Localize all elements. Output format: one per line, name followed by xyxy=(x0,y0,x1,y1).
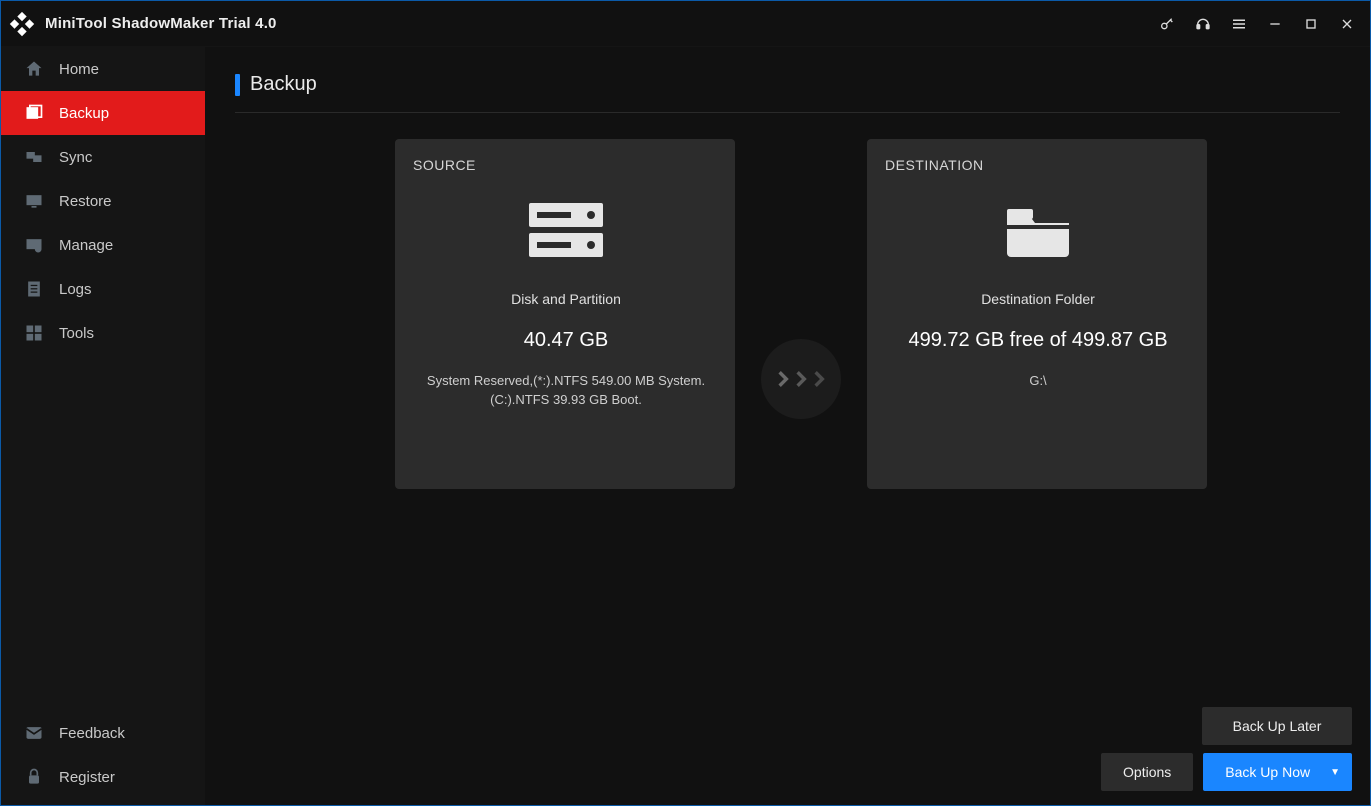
disk-icon xyxy=(525,199,607,263)
source-type: Disk and Partition xyxy=(511,291,621,307)
maximize-button[interactable] xyxy=(1296,9,1326,39)
sidebar-item-register[interactable]: Register xyxy=(1,755,205,799)
source-card[interactable]: SOURCE Disk and Partition xyxy=(395,139,735,489)
register-icon xyxy=(23,766,45,788)
sidebar-item-feedback[interactable]: Feedback xyxy=(1,711,205,755)
folder-icon xyxy=(997,199,1079,263)
button-label: Back Up Later xyxy=(1233,718,1322,734)
sidebar-item-label: Home xyxy=(59,61,99,78)
destination-type: Destination Folder xyxy=(981,291,1095,307)
page-title: Backup xyxy=(250,73,317,96)
app-logo-icon xyxy=(7,9,37,39)
sidebar-item-restore[interactable]: Restore xyxy=(1,179,205,223)
footer-actions: Back Up Later Options Back Up Now ▼ xyxy=(1101,707,1352,791)
transfer-arrow xyxy=(761,339,841,419)
restore-icon xyxy=(23,190,45,212)
sidebar-item-label: Restore xyxy=(59,193,112,210)
source-size: 40.47 GB xyxy=(524,329,609,352)
minimize-button[interactable] xyxy=(1260,9,1290,39)
page-header: Backup xyxy=(235,73,1340,113)
title-bar: MiniTool ShadowMaker Trial 4.0 xyxy=(1,1,1370,47)
back-up-later-button[interactable]: Back Up Later xyxy=(1202,707,1352,745)
content-area: Backup SOURCE xyxy=(205,47,1370,805)
sync-icon xyxy=(23,146,45,168)
sidebar-item-manage[interactable]: Manage xyxy=(1,223,205,267)
sidebar-item-label: Tools xyxy=(59,325,94,342)
sidebar-item-tools[interactable]: Tools xyxy=(1,311,205,355)
button-label: Back Up Now xyxy=(1225,764,1310,780)
sidebar-item-label: Feedback xyxy=(59,725,125,742)
backup-icon xyxy=(23,102,45,124)
destination-free: 499.72 GB free of 499.87 GB xyxy=(908,329,1167,352)
close-button[interactable] xyxy=(1332,9,1362,39)
destination-card[interactable]: DESTINATION Destination Folder 499.72 GB… xyxy=(867,139,1207,489)
source-details: System Reserved,(*:).NTFS 549.00 MB Syst… xyxy=(413,372,719,410)
chevron-right-icon xyxy=(776,370,826,388)
accent-bar xyxy=(235,74,240,96)
sidebar-item-home[interactable]: Home xyxy=(1,47,205,91)
feedback-icon xyxy=(23,722,45,744)
key-icon[interactable] xyxy=(1152,9,1182,39)
sidebar-item-label: Logs xyxy=(59,281,92,298)
destination-heading: DESTINATION xyxy=(885,157,984,173)
app-window: MiniTool ShadowMaker Trial 4.0 Home xyxy=(0,0,1371,806)
sidebar-item-label: Sync xyxy=(59,149,92,166)
back-up-now-button[interactable]: Back Up Now ▼ xyxy=(1203,753,1352,791)
app-title: MiniTool ShadowMaker Trial 4.0 xyxy=(45,15,277,32)
logs-icon xyxy=(23,278,45,300)
menu-icon[interactable] xyxy=(1224,9,1254,39)
sidebar-item-backup[interactable]: Backup xyxy=(1,91,205,135)
options-button[interactable]: Options xyxy=(1101,753,1193,791)
sidebar: Home Backup Sync Restore Manage Logs xyxy=(1,47,205,805)
home-icon xyxy=(23,58,45,80)
button-label: Options xyxy=(1123,764,1171,780)
manage-icon xyxy=(23,234,45,256)
sidebar-item-label: Backup xyxy=(59,105,109,122)
tools-icon xyxy=(23,322,45,344)
source-heading: SOURCE xyxy=(413,157,476,173)
sidebar-item-label: Manage xyxy=(59,237,113,254)
sidebar-item-label: Register xyxy=(59,769,115,786)
sidebar-item-sync[interactable]: Sync xyxy=(1,135,205,179)
destination-path: G:\ xyxy=(1023,372,1052,391)
headset-icon[interactable] xyxy=(1188,9,1218,39)
sidebar-item-logs[interactable]: Logs xyxy=(1,267,205,311)
caret-down-icon: ▼ xyxy=(1330,767,1340,778)
